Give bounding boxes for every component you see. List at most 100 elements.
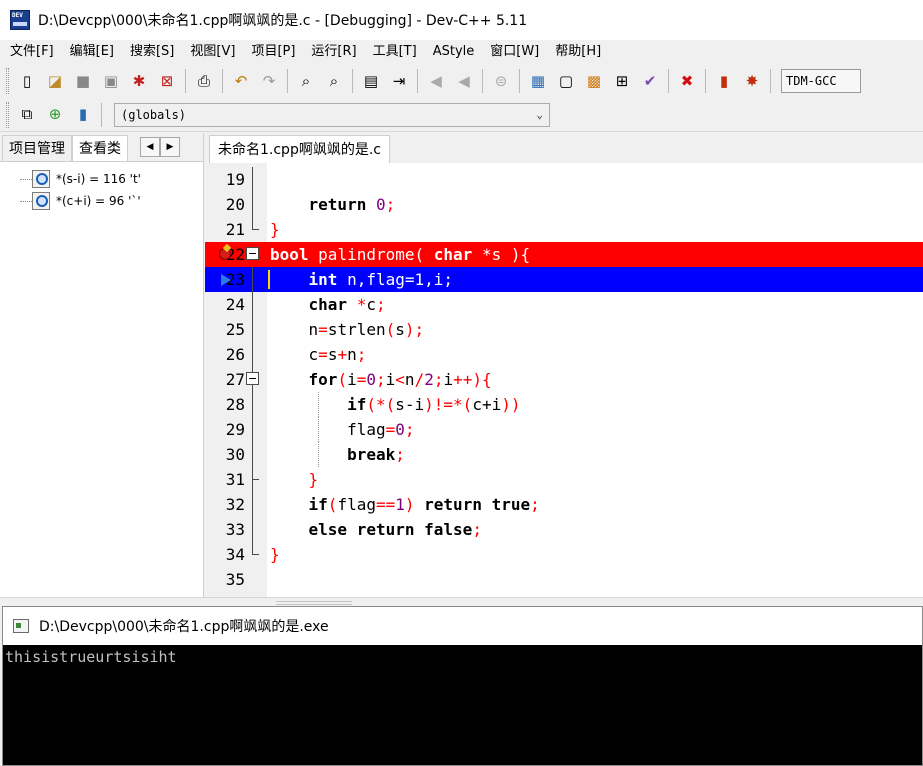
fold-gutter (246, 217, 260, 242)
new-project-icon[interactable]: ⧉ (15, 103, 39, 127)
line-number: 33 (225, 520, 245, 539)
line-number: 29 (225, 420, 245, 439)
code-line[interactable]: 25 n=strlen(s); (205, 317, 923, 342)
close-all-icon[interactable]: ⊠ (155, 69, 179, 93)
splitter-grip[interactable] (276, 601, 352, 605)
fold-gutter (246, 192, 260, 217)
syntax-check-icon[interactable]: ✔ (638, 69, 662, 93)
breakpoint-icon[interactable] (219, 248, 231, 260)
compile-icon[interactable]: ▦ (526, 69, 550, 93)
delete-profile-icon[interactable]: ✸ (740, 69, 764, 93)
left-panel: 项目管理 查看类 ◀ ▶ *(s-i) = 116 't' *(c+i) = 9… (0, 133, 204, 603)
line-number: 27 (225, 370, 245, 389)
toggle-comment-icon[interactable]: ⊜ (489, 69, 513, 93)
code-line[interactable]: 30 break; (205, 442, 923, 467)
code-line[interactable]: 27 for(i=0;i<n/2;i++){ (205, 367, 923, 392)
goto-line-icon[interactable]: ▤ (359, 69, 383, 93)
code-line[interactable]: 19 (205, 167, 923, 192)
add-to-project-icon[interactable]: ⊕ (43, 103, 67, 127)
toolbar-separator (705, 69, 706, 93)
console-app-icon (13, 619, 29, 633)
code-line[interactable]: 21 } (205, 217, 923, 242)
code-line[interactable]: 26 c=s+n; (205, 342, 923, 367)
watch-item[interactable]: *(c+i) = 96 '`' (0, 190, 203, 212)
redo-icon[interactable]: ↷ (257, 69, 281, 93)
code-line[interactable]: 34 } (205, 542, 923, 567)
tab-source-file[interactable]: 未命名1.cpp啊飒飒的是.c (209, 135, 390, 163)
code-line[interactable]: 32 if(flag==1) return true; (205, 492, 923, 517)
save-icon[interactable]: ■ (71, 69, 95, 93)
compiler-select[interactable]: TDM-GCC (781, 69, 861, 93)
scope-value: (globals) (121, 107, 187, 122)
stop-execution-icon[interactable]: ✖ (675, 69, 699, 93)
line-number: 30 (225, 445, 245, 464)
menu-run[interactable]: 运行[R] (305, 41, 362, 63)
chevron-down-icon: ⌄ (536, 108, 543, 121)
code-text: return 0; (308, 195, 396, 214)
unindent-icon[interactable]: ◀ (452, 69, 476, 93)
line-number: 19 (225, 170, 245, 189)
fold-gutter (246, 267, 260, 292)
compile-run-icon[interactable]: ▩ (582, 69, 606, 93)
code-line[interactable]: 20 return 0; (205, 192, 923, 217)
console-title-bar[interactable]: D:\Devcpp\000\未命名1.cpp啊飒飒的是.exe (3, 607, 922, 645)
profile-chart-icon[interactable]: ▮ (712, 69, 736, 93)
code-line[interactable]: 29 flag=0; (205, 417, 923, 442)
code-line[interactable]: 24 char *c; (205, 292, 923, 317)
menu-tools[interactable]: 工具[T] (367, 41, 423, 63)
menu-view[interactable]: 视图[V] (184, 41, 241, 63)
goto-indent-icon[interactable]: ⇥ (387, 69, 411, 93)
code-editor[interactable]: 19 20 return 0; 21 } 22 bool palindrome(… (205, 163, 923, 597)
menu-search[interactable]: 搜索[S] (124, 41, 180, 63)
menu-file[interactable]: 文件[F] (4, 41, 60, 63)
code-line-current[interactable]: 23 int n,flag=1,i; (205, 267, 923, 292)
toolbar-grip (6, 101, 9, 128)
fold-collapse-icon[interactable] (246, 372, 259, 385)
tab-class-browser[interactable]: 查看类 (72, 135, 128, 161)
console-window: D:\Devcpp\000\未命名1.cpp啊飒飒的是.exe thisistr… (2, 606, 923, 766)
remove-from-project-icon[interactable]: ▮ (71, 103, 95, 127)
new-file-icon[interactable]: ▯ (15, 69, 39, 93)
menu-project[interactable]: 项目[P] (245, 41, 301, 63)
open-file-icon[interactable]: ◪ (43, 69, 67, 93)
fold-collapse-icon[interactable] (246, 247, 259, 260)
menu-help[interactable]: 帮助[H] (549, 41, 607, 63)
save-all-icon[interactable]: ▣ (99, 69, 123, 93)
indent-icon[interactable]: ◀ (424, 69, 448, 93)
tab-scroll-buttons: ◀ ▶ (140, 137, 180, 157)
undo-icon[interactable]: ↶ (229, 69, 253, 93)
watch-item[interactable]: *(s-i) = 116 't' (0, 168, 203, 190)
close-file-icon[interactable]: ✱ (127, 69, 151, 93)
replace-icon[interactable]: ⌕ (322, 69, 346, 93)
code-line[interactable]: 33 else return false; (205, 517, 923, 542)
code-text: } (270, 220, 280, 239)
run-icon[interactable]: ▢ (554, 69, 578, 93)
print-icon[interactable]: ⎙ (192, 69, 216, 93)
menu-edit[interactable]: 编辑[E] (64, 41, 120, 63)
toolbar-grip (6, 68, 9, 94)
scroll-right-icon[interactable]: ▶ (160, 137, 180, 157)
line-number: 32 (225, 495, 245, 514)
fold-gutter (246, 492, 260, 517)
toolbar-separator (417, 69, 418, 93)
code-text: char *c; (308, 295, 386, 314)
title-bar: D:\Devcpp\000\未命名1.cpp啊飒飒的是.c - [Debuggi… (0, 0, 923, 40)
code-text: for(i=0;i<n/2;i++){ (308, 370, 492, 389)
code-line[interactable]: 35 (205, 567, 923, 592)
line-number: 25 (225, 320, 245, 339)
scope-combobox[interactable]: (globals) ⌄ (114, 102, 550, 127)
code-line[interactable]: 28 if(*(s-i)!=*(c+i)) (205, 392, 923, 417)
watch-expression: *(s-i) = 116 't' (56, 172, 141, 186)
code-line[interactable]: 31 } (205, 467, 923, 492)
find-icon[interactable]: ⌕ (294, 69, 318, 93)
tab-project-manager[interactable]: 项目管理 (2, 135, 72, 161)
line-number: 34 (225, 545, 245, 564)
rebuild-all-icon[interactable]: ⊞ (610, 69, 634, 93)
menu-window[interactable]: 窗口[W] (484, 41, 545, 63)
watch-expression: *(c+i) = 96 '`' (56, 194, 141, 208)
code-line-breakpoint[interactable]: 22 bool palindrome( char *s ){ (205, 242, 923, 267)
console-body[interactable]: thisistrueurtsisiht (3, 645, 922, 765)
fold-gutter (246, 542, 260, 567)
scroll-left-icon[interactable]: ◀ (140, 137, 160, 157)
menu-astyle[interactable]: AStyle (427, 41, 481, 63)
